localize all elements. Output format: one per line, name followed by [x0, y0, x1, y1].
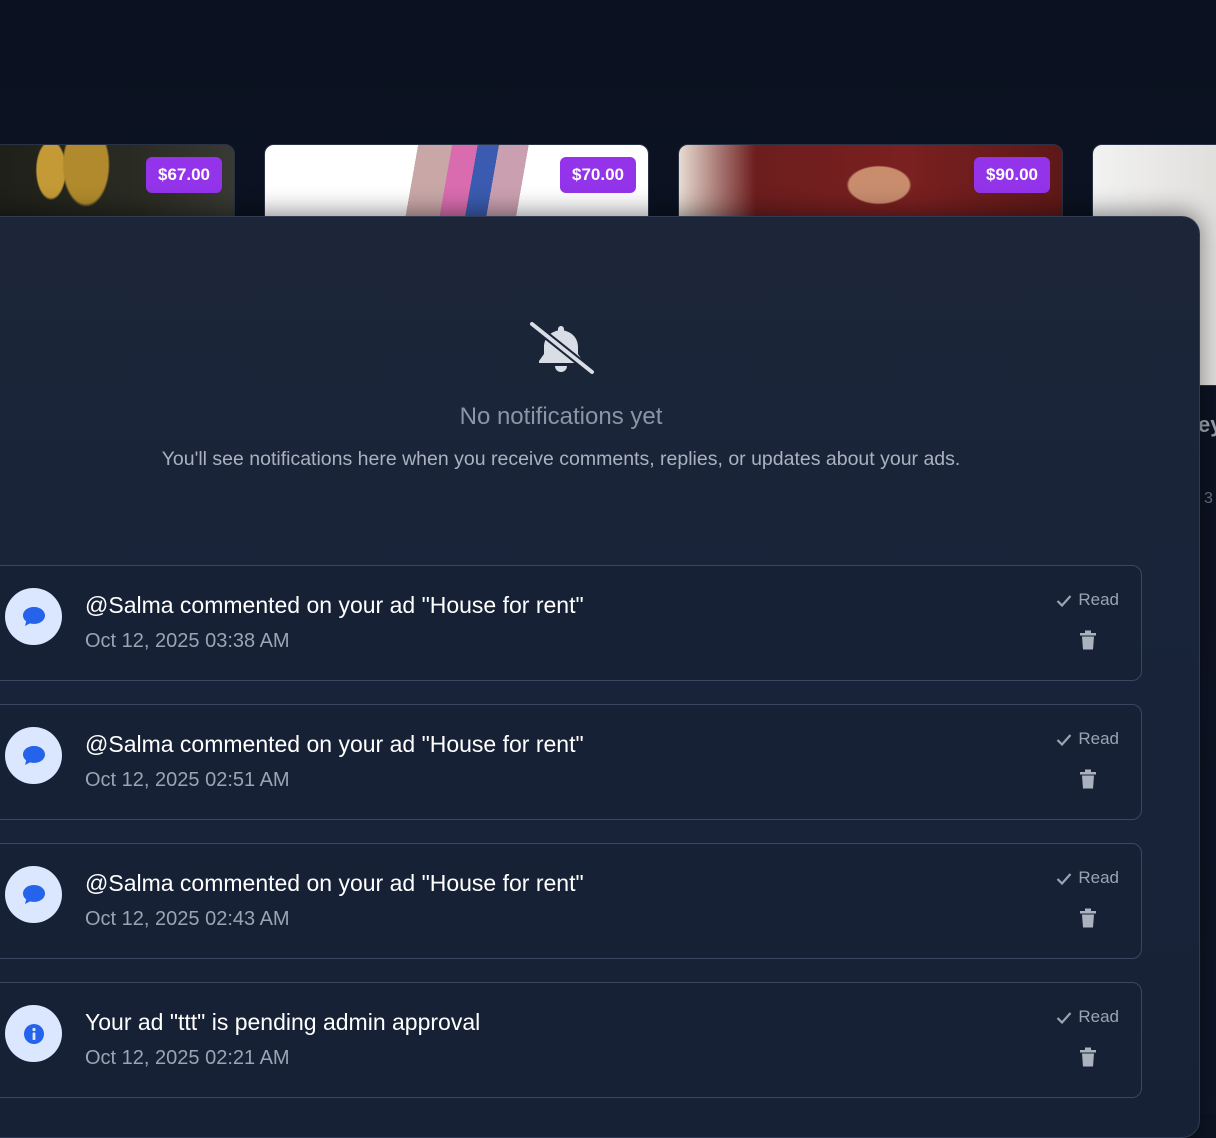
trash-icon[interactable]: [1079, 630, 1097, 650]
check-icon: [1057, 594, 1072, 607]
product-title: ey: [1198, 412, 1216, 437]
notification-avatar: [5, 588, 62, 645]
notification-avatar: [5, 866, 62, 923]
mark-read-button[interactable]: Read: [1056, 729, 1119, 749]
notification-message: @Salma commented on your ad "House for r…: [85, 731, 584, 757]
notification-avatar: [5, 727, 62, 784]
notification-avatar: [5, 1005, 62, 1062]
read-label: Read: [1078, 729, 1119, 748]
check-icon: [1057, 733, 1072, 746]
read-label: Read: [1078, 590, 1119, 609]
info-icon: [23, 1023, 44, 1044]
notification-time: Oct 12, 2025 02:21 AM: [85, 1047, 290, 1069]
read-label: Read: [1078, 868, 1119, 887]
bell-slash-icon: [528, 320, 596, 376]
mark-read-button[interactable]: Read: [1056, 1007, 1119, 1027]
price-badge: $67.00: [146, 157, 222, 193]
empty-state-subtitle: You'll see notifications here when you r…: [161, 448, 961, 470]
read-label: Read: [1078, 1007, 1119, 1026]
notification-message: Your ad "ttt" is pending admin approval: [85, 1009, 481, 1035]
trash-icon[interactable]: [1079, 769, 1097, 789]
trash-icon[interactable]: [1079, 908, 1097, 928]
comment-icon: [22, 745, 45, 765]
trash-icon[interactable]: [1079, 1047, 1097, 1067]
notification-time: Oct 12, 2025 02:43 AM: [85, 908, 290, 930]
notification-message: @Salma commented on your ad "House for r…: [85, 870, 584, 896]
notification-item[interactable]: Your ad "ttt" is pending admin approval …: [0, 982, 1142, 1098]
price-badge: $90.00: [974, 157, 1050, 193]
notification-item[interactable]: @Salma commented on your ad "House for r…: [0, 843, 1142, 959]
notification-message: @Salma commented on your ad "House for r…: [85, 592, 584, 618]
notification-item[interactable]: @Salma commented on your ad "House for r…: [0, 704, 1142, 820]
mark-read-button[interactable]: Read: [1056, 590, 1119, 610]
comment-icon: [22, 884, 45, 904]
mark-read-button[interactable]: Read: [1056, 868, 1119, 888]
product-count: 3: [1204, 490, 1213, 507]
notification-time: Oct 12, 2025 02:51 AM: [85, 769, 290, 791]
check-icon: [1057, 1011, 1072, 1024]
price-badge: $70.00: [560, 157, 636, 193]
empty-state-title: No notifications yet: [459, 403, 663, 430]
check-icon: [1057, 872, 1072, 885]
comment-icon: [22, 606, 45, 626]
notification-item[interactable]: @Salma commented on your ad "House for r…: [0, 565, 1142, 681]
notification-time: Oct 12, 2025 03:38 AM: [85, 630, 290, 652]
